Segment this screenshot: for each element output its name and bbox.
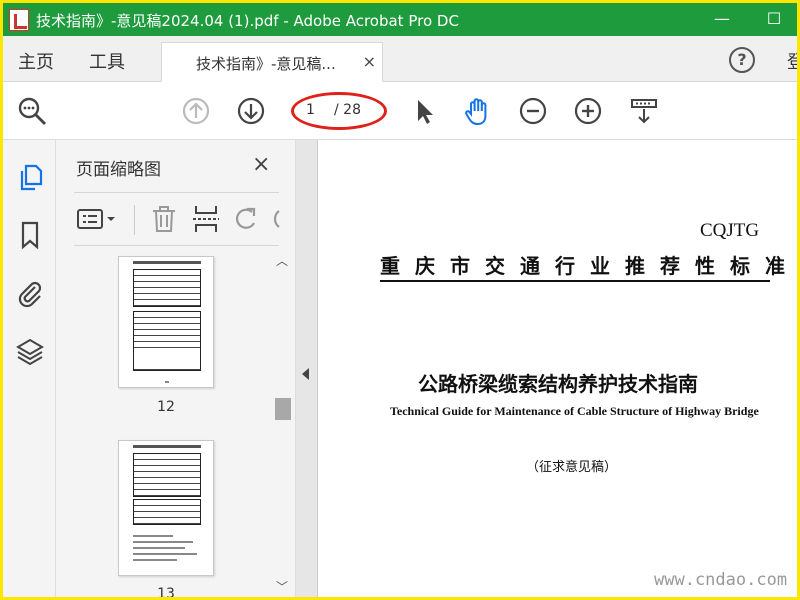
zoom-in-icon[interactable] [571, 94, 605, 128]
hand-tool-icon[interactable] [461, 94, 495, 128]
previous-page-icon[interactable] [179, 94, 213, 128]
acrobat-app-icon [9, 9, 29, 31]
window-title: 技术指南》-意见稿2024.04 (1).pdf - Adobe Acrobat… [36, 12, 459, 30]
page-thumbnail[interactable] [118, 256, 214, 388]
zoom-out-icon[interactable] [516, 94, 550, 128]
page-display-icon[interactable] [627, 94, 661, 128]
title-bar: 技术指南》-意见稿2024.04 (1).pdf - Adobe Acrobat… [3, 3, 797, 36]
tab-bar: 主页 工具 技术指南》-意见稿... × ? 登 [3, 36, 797, 82]
layers-icon[interactable] [15, 336, 45, 366]
rotate-clockwise-icon[interactable] [270, 203, 282, 235]
attachments-icon[interactable] [15, 278, 45, 308]
bookmarks-icon[interactable] [15, 220, 45, 250]
left-navigation-rail [3, 140, 56, 597]
standard-category: 重庆市交通行业推荐性标准 [380, 254, 797, 278]
tab-tools[interactable]: 工具 [89, 48, 125, 74]
site-watermark: www.cndao.com [654, 570, 788, 590]
thumbnail-options-icon[interactable] [76, 203, 120, 235]
main-toolbar: 1 / 28 [3, 82, 797, 140]
insert-page-icon[interactable] [190, 203, 222, 235]
rotate-page-icon[interactable] [230, 203, 262, 235]
thumbnail-page-number: 13 [157, 586, 175, 597]
maximize-button[interactable]: ☐ [763, 8, 785, 30]
scrollbar-thumb[interactable] [275, 398, 291, 420]
minimize-button[interactable]: — [711, 8, 733, 30]
thumbnail-scrollbar[interactable]: ︿ ﹀ [271, 248, 293, 597]
panel-title: 页面缩略图 [76, 160, 161, 180]
app-window: 技术指南》-意见稿2024.04 (1).pdf - Adobe Acrobat… [3, 3, 797, 597]
red-highlight-circle [291, 92, 387, 130]
help-icon[interactable]: ? [729, 47, 755, 73]
next-page-icon[interactable] [234, 94, 268, 128]
page-thumbnail[interactable] [118, 440, 214, 576]
toolbar-divider [134, 205, 135, 235]
thumbnail-toolbar [74, 192, 282, 246]
delete-page-icon[interactable] [148, 203, 180, 235]
document-tab-label: 技术指南》-意见稿... [196, 55, 336, 73]
thumbnail-list: 12 13 [56, 248, 276, 597]
panel-collapse-strip[interactable] [296, 140, 318, 597]
select-cursor-icon[interactable] [407, 94, 441, 128]
thumbnail-panel: 页面缩略图 × 12 13 ︿ ﹀ [56, 140, 296, 597]
thumbnail-page-number: 12 [157, 399, 175, 415]
tab-document[interactable]: 技术指南》-意见稿... × [161, 42, 383, 82]
collapse-arrow-icon[interactable] [302, 368, 309, 380]
standard-code: CQJTG [700, 220, 760, 241]
document-english-title: Technical Guide for Maintenance of Cable… [390, 404, 759, 418]
document-title: 公路桥梁缆索结构养护技术指南 [418, 372, 698, 396]
page-thumbnails-icon[interactable] [15, 162, 45, 192]
close-tab-icon[interactable]: × [363, 52, 376, 71]
close-panel-icon[interactable]: × [252, 152, 270, 177]
scroll-up-arrow[interactable]: ︿ [271, 252, 293, 270]
search-zoom-icon[interactable] [15, 94, 49, 128]
tab-home[interactable]: 主页 [18, 48, 54, 74]
document-subtitle: （征求意见稿） [526, 460, 618, 475]
scroll-down-arrow[interactable]: ﹀ [271, 578, 293, 596]
title-rule [380, 280, 770, 282]
sign-in-label[interactable]: 登 [787, 48, 797, 74]
page-number-field[interactable]: 1 / 28 [291, 92, 387, 130]
document-page: CQJTG 重庆市交通行业推荐性标准 公路桥梁缆索结构养护技术指南 Techni… [318, 140, 797, 597]
